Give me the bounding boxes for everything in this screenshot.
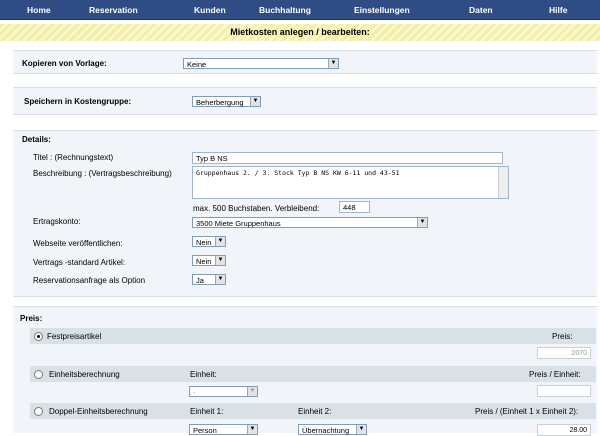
standard-artikel-select-value: Nein	[196, 257, 212, 266]
kopieren-label: Kopieren von Vorlage:	[22, 59, 107, 68]
nav-buchhaltung[interactable]: Buchhaltung	[259, 5, 311, 15]
nav-home[interactable]: Home	[27, 5, 51, 15]
speichern-label: Speichern in Kostengruppe:	[24, 97, 132, 106]
festpreis-input[interactable]: 2070	[537, 347, 591, 359]
einheit-select[interactable]: - ▼	[189, 386, 258, 397]
page-title: Mietkosten anlegen / bearbeiten:	[0, 24, 600, 41]
nav-daten[interactable]: Daten	[469, 5, 493, 15]
doppel-col2-label: Einheit 2:	[298, 407, 332, 416]
chevron-down-icon: ▼	[247, 425, 257, 434]
nav-einstellungen[interactable]: Einstellungen	[354, 5, 410, 15]
webseite-select[interactable]: Nein ▼	[192, 236, 226, 247]
chevron-down-icon: ▼	[215, 237, 225, 246]
doppel-einheit1-select[interactable]: Person ▼	[189, 424, 258, 435]
webseite-select-value: Nein	[196, 238, 212, 247]
nav-reservation[interactable]: Reservation	[89, 5, 138, 15]
doppel-preis-input[interactable]: 28.00	[537, 424, 591, 436]
einheit-radio[interactable]	[34, 370, 43, 379]
reservationsanfrage-select[interactable]: Ja ▼	[192, 274, 226, 285]
kostengruppe-select-value: Beherbergung	[196, 98, 244, 107]
doppel-row: Doppel-Einheitsberechnung Einheit 1: Ein…	[30, 403, 596, 419]
kopieren-section: Kopieren von Vorlage: Keine ▼	[13, 50, 597, 74]
nav-hilfe[interactable]: Hilfe	[549, 5, 567, 15]
ertragskonto-select[interactable]: 3500 Miete Gruppenhaus ▼	[192, 217, 428, 228]
doppel-label: Doppel-Einheitsberechnung	[49, 407, 148, 416]
einheit-preis-label: Preis / Einheit:	[529, 370, 581, 379]
ertragskonto-select-value: 3500 Miete Gruppenhaus	[196, 219, 281, 228]
chevron-down-icon: ▼	[356, 425, 366, 434]
titel-label: Titel : (Rechnungstext)	[33, 153, 114, 162]
chevron-down-icon: ▼	[247, 387, 257, 396]
einheit-row: Einheitsberechnung Einheit: Preis / Einh…	[30, 366, 596, 382]
einheit-label: Einheitsberechnung	[49, 370, 120, 379]
kopieren-select[interactable]: Keine ▼	[183, 58, 339, 69]
kopieren-select-value: Keine	[187, 60, 207, 69]
festpreis-row: Festpreisartikel Preis:	[30, 328, 596, 344]
speichern-section: Speichern in Kostengruppe: Beherbergung …	[13, 87, 597, 115]
doppel-radio[interactable]	[34, 407, 43, 416]
festpreis-preis-label: Preis:	[552, 332, 573, 341]
beschreibung-label: Beschreibung : (Vertragsbeschreibung)	[33, 169, 172, 178]
max-chars-text: max. 500 Buchstaben. Verbleibend:	[193, 204, 320, 213]
einheit-select-value: -	[193, 388, 196, 397]
chevron-down-icon: ▼	[417, 218, 427, 227]
nav-kunden[interactable]: Kunden	[194, 5, 226, 15]
doppel-col1-label: Einheit 1:	[190, 407, 224, 416]
einheit-col-label: Einheit:	[190, 370, 217, 379]
chevron-down-icon: ▼	[215, 275, 225, 284]
reservationsanfrage-select-value: Ja	[196, 276, 204, 285]
beschreibung-text: Gruppenhaus 2. / 3. Stock Typ B NS KW 6-…	[196, 169, 400, 177]
festpreis-radio[interactable]	[34, 332, 43, 341]
chevron-down-icon: ▼	[215, 256, 225, 265]
standard-artikel-label: Vertrags -standard Artikel:	[33, 258, 126, 267]
doppel-einheit2-value: Übernachtung	[302, 426, 350, 435]
standard-artikel-select[interactable]: Nein ▼	[192, 255, 226, 266]
titel-input[interactable]: Typ B NS	[192, 152, 503, 164]
beschreibung-textarea[interactable]: Gruppenhaus 2. / 3. Stock Typ B NS KW 6-…	[192, 166, 509, 199]
festpreis-label: Festpreisartikel	[47, 332, 102, 341]
remaining-chars-field: 448	[339, 201, 370, 213]
webseite-label: Webseite veröffentlichen:	[33, 239, 123, 248]
doppel-einheit1-value: Person	[193, 426, 217, 435]
reservationsanfrage-label: Reservationsanfrage als Option	[33, 276, 146, 285]
doppel-preis-label: Preis / (Einheit 1 x Einheit 2):	[475, 407, 579, 416]
preis-label: Preis:	[20, 314, 43, 323]
chevron-down-icon: ▼	[328, 59, 338, 68]
kostengruppe-select[interactable]: Beherbergung ▼	[192, 96, 261, 107]
textarea-scrollbar[interactable]	[498, 167, 508, 198]
doppel-einheit2-select[interactable]: Übernachtung ▼	[298, 424, 367, 435]
einheit-preis-input[interactable]	[537, 385, 591, 397]
details-label: Details:	[22, 135, 51, 144]
ertragskonto-label: Ertragskonto:	[33, 217, 81, 226]
top-navigation: Home Reservation Kunden Buchhaltung Eins…	[0, 0, 600, 20]
chevron-down-icon: ▼	[250, 97, 260, 106]
details-section: Details: Titel : (Rechnungstext) Typ B N…	[13, 130, 597, 297]
